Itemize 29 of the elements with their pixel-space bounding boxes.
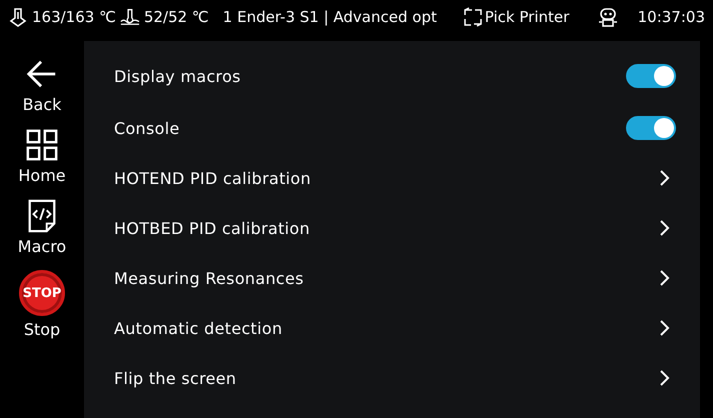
robot-icon[interactable] [597,6,620,28]
chevron-right-icon[interactable] [658,318,670,338]
clock-time: 10:37:03 [638,8,705,26]
swap-icon [462,6,483,26]
sidebar-button[interactable]: Macro [18,199,66,256]
setting-label: Automatic detection [114,318,282,338]
setting-label: Display macros [114,66,241,86]
stop-icon: STOP [19,270,65,316]
extruder-temperature: 163/163 ℃ [32,8,116,26]
thermometer-icon [8,6,28,26]
setting-label: HOTEND PID calibration [114,168,311,188]
setting-label: Flip the screen [114,368,236,388]
pick-printer-button[interactable]: Pick Printer [462,6,570,26]
bed-temperature: 52/52 ℃ [144,8,209,26]
setting-label: HOTBED PID calibration [114,218,310,238]
chevron-right-icon[interactable] [658,268,670,288]
setting-label: Measuring Resonances [114,268,304,288]
heated-bed-icon [120,6,140,26]
printer-title: 1 Ender-3 S1 | Advanced opt [222,8,438,26]
toggle-switch[interactable] [626,116,676,140]
sidebar-button[interactable]: Home [18,128,66,185]
chevron-right-icon[interactable] [658,368,670,388]
sidebar-button[interactable]: Back [22,57,62,114]
setting-label: Console [114,118,180,138]
sidebar-button[interactable]: STOP Stop [19,270,65,339]
chevron-right-icon[interactable] [658,168,670,188]
chevron-right-icon[interactable] [658,218,670,238]
toggle-switch[interactable] [626,64,676,88]
grid-icon [25,128,59,162]
